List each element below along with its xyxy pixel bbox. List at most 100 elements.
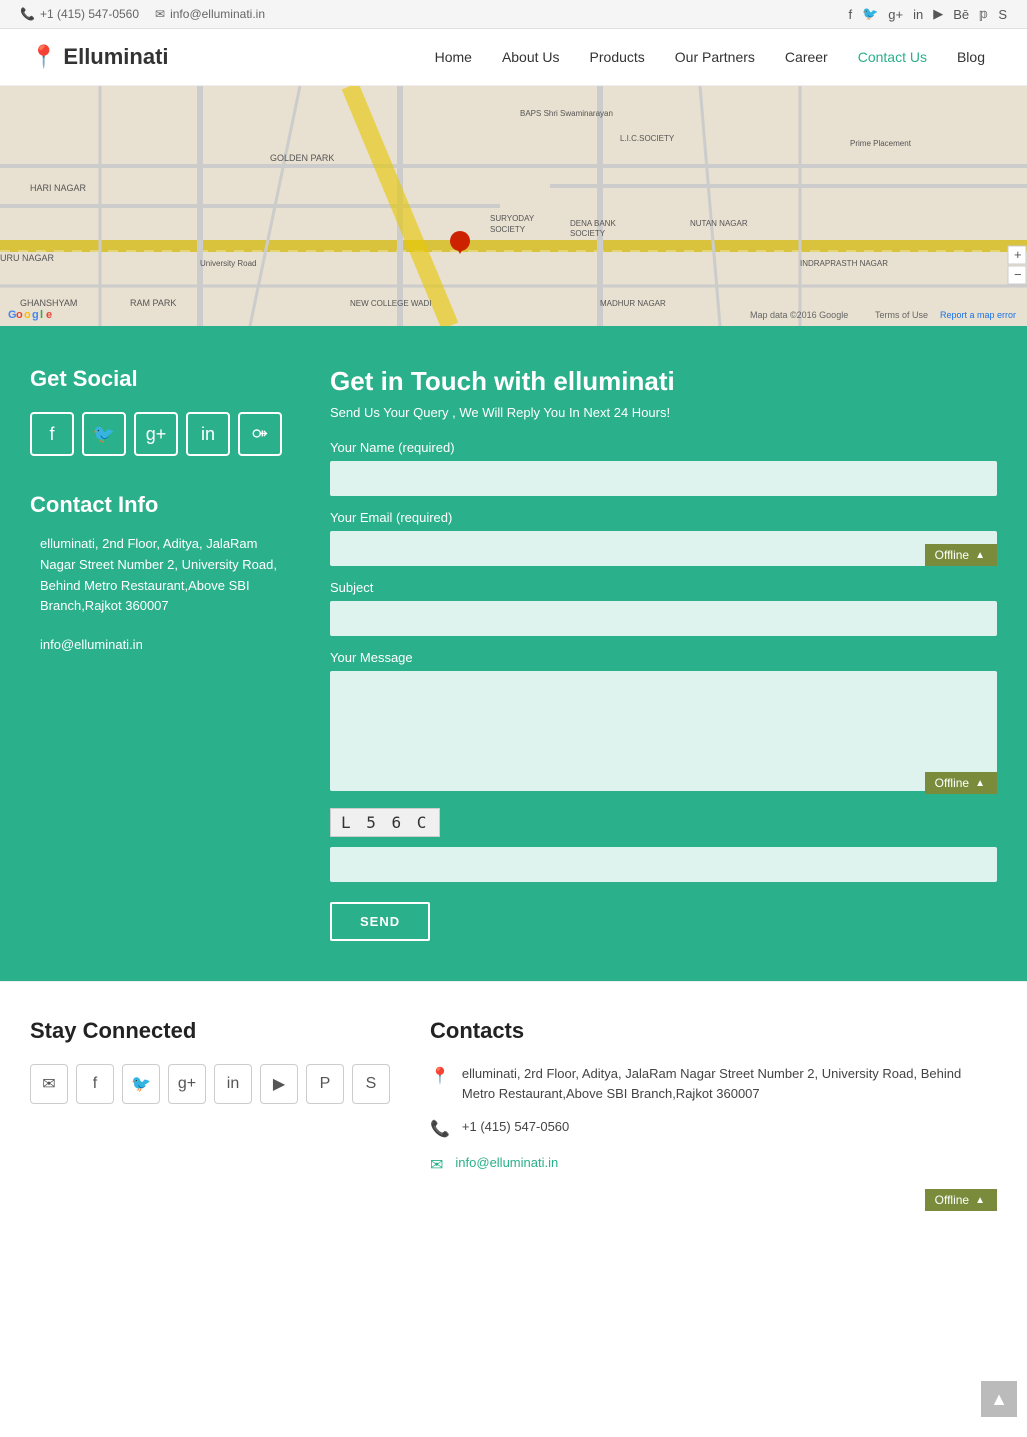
footer-skype-btn[interactable]: S — [352, 1064, 390, 1104]
footer-address-item: 📍 elluminati, 2rd Floor, Aditya, JalaRam… — [430, 1064, 997, 1103]
svg-text:Prime Placement: Prime Placement — [850, 139, 912, 148]
topbar-gplus-link[interactable]: g+ — [888, 7, 903, 22]
nav-about[interactable]: About Us — [490, 43, 572, 71]
svg-text:HARI NAGAR: HARI NAGAR — [30, 183, 87, 193]
footer: Stay Connected ✉ f 🐦 g+ in ▶ P S Contact… — [0, 981, 1027, 1231]
svg-text:INDRAPRASTH NAGAR: INDRAPRASTH NAGAR — [800, 259, 888, 268]
message-textarea[interactable] — [330, 671, 997, 791]
topbar-phone: +1 (415) 547-0560 — [40, 7, 139, 21]
name-input[interactable] — [330, 461, 997, 496]
nav-products[interactable]: Products — [578, 43, 657, 71]
svg-text:SURYODAY: SURYODAY — [490, 214, 535, 223]
subject-label: Subject — [330, 580, 997, 595]
social-pinterest-btn[interactable]: ⚩ — [238, 412, 282, 456]
message-label: Your Message — [330, 650, 997, 665]
footer-email-item: ✉ info@elluminati.in — [430, 1153, 997, 1175]
contact-address: elluminati, 2nd Floor, Aditya, JalaRam N… — [30, 534, 290, 617]
footer-left: Stay Connected ✉ f 🐦 g+ in ▶ P S — [30, 1018, 390, 1211]
contact-email-left: info@elluminati.in — [30, 637, 290, 652]
captcha-image: L 5 6 C — [330, 808, 440, 837]
location-icon-footer: 📍 — [430, 1066, 450, 1086]
subject-input[interactable] — [330, 601, 997, 636]
social-gplus-btn[interactable]: g+ — [134, 412, 178, 456]
svg-text:GOLDEN PARK: GOLDEN PARK — [270, 153, 334, 163]
email-input[interactable] — [330, 531, 997, 566]
offline-arrow-icon: ▲ — [975, 550, 985, 561]
nav-blog[interactable]: Blog — [945, 43, 997, 71]
topbar-twitter-link[interactable]: 🐦 — [862, 6, 878, 22]
svg-text:MADHUR NAGAR: MADHUR NAGAR — [600, 299, 666, 308]
footer-facebook-btn[interactable]: f — [76, 1064, 114, 1104]
nav-partners[interactable]: Our Partners — [663, 43, 767, 71]
main-nav: Home About Us Products Our Partners Care… — [423, 43, 997, 71]
left-column: Get Social f 🐦 g+ in ⚩ Contact Info ellu… — [30, 366, 290, 941]
email-info: ✉ info@elluminati.in — [155, 7, 265, 21]
svg-text:RAM PARK: RAM PARK — [130, 298, 176, 308]
social-facebook-btn[interactable]: f — [30, 412, 74, 456]
nav-career[interactable]: Career — [773, 43, 840, 71]
footer-pinterest-btn[interactable]: P — [306, 1064, 344, 1104]
svg-text:Terms of Use: Terms of Use — [875, 310, 928, 320]
form-subtitle: Send Us Your Query , We Will Reply You I… — [330, 405, 997, 420]
nav-contact[interactable]: Contact Us — [846, 43, 939, 71]
logo: 📍 Elluminati — [30, 44, 169, 70]
offline-label-email: Offline — [935, 548, 969, 562]
offline-label-footer: Offline — [935, 1193, 969, 1207]
footer-youtube-btn[interactable]: ▶ — [260, 1064, 298, 1104]
footer-gplus-btn[interactable]: g+ — [168, 1064, 206, 1104]
footer-social-icons: ✉ f 🐦 g+ in ▶ P S — [30, 1064, 390, 1104]
social-twitter-btn[interactable]: 🐦 — [82, 412, 126, 456]
topbar: 📞 +1 (415) 547-0560 ✉ info@elluminati.in… — [0, 0, 1027, 29]
svg-text:o: o — [16, 309, 23, 321]
footer-email-link[interactable]: info@elluminati.in — [455, 1155, 558, 1170]
topbar-linkedin-link[interactable]: in — [913, 7, 923, 22]
svg-text:o: o — [24, 309, 31, 321]
svg-text:e: e — [46, 309, 52, 321]
topbar-social-links: f 🐦 g+ in ▶ Bē 𝕡 S — [848, 6, 1007, 22]
svg-text:−: − — [1014, 267, 1022, 282]
email-icon-topbar: ✉ — [155, 7, 165, 21]
offline-badge-email: Offline ▲ — [925, 544, 997, 566]
offline-badge-message: Offline ▲ — [925, 772, 997, 794]
email-icon-footer: ✉ — [430, 1155, 443, 1175]
svg-text:DENA BANK: DENA BANK — [570, 219, 616, 228]
form-title: Get in Touch with elluminati — [330, 366, 997, 397]
nav-home[interactable]: Home — [423, 43, 484, 71]
footer-twitter-btn[interactable]: 🐦 — [122, 1064, 160, 1104]
main-section: Get Social f 🐦 g+ in ⚩ Contact Info ellu… — [0, 326, 1027, 981]
topbar-behance-link[interactable]: Bē — [953, 7, 969, 22]
topbar-left: 📞 +1 (415) 547-0560 ✉ info@elluminati.in — [20, 7, 265, 21]
send-button[interactable]: SEND — [330, 902, 430, 941]
svg-text:NUTAN NAGAR: NUTAN NAGAR — [690, 219, 748, 228]
contact-form-section: Get in Touch with elluminati Send Us You… — [330, 366, 997, 941]
svg-text:University Road: University Road — [200, 259, 256, 268]
svg-text:g: g — [32, 309, 39, 321]
footer-phone-text: +1 (415) 547-0560 — [462, 1117, 569, 1137]
svg-text:SOCIETY: SOCIETY — [490, 225, 526, 234]
map-section: HARI NAGAR GOLDEN PARK SURYODAY SOCIETY … — [0, 86, 1027, 326]
social-linkedin-btn[interactable]: in — [186, 412, 230, 456]
topbar-email: info@elluminati.in — [170, 7, 265, 21]
svg-text:BAPS Shri Swaminarayan: BAPS Shri Swaminarayan — [520, 109, 613, 118]
footer-right: Contacts 📍 elluminati, 2rd Floor, Aditya… — [430, 1018, 997, 1211]
svg-text:NEW COLLEGE WADI: NEW COLLEGE WADI — [350, 299, 432, 308]
offline-label-message: Offline — [935, 776, 969, 790]
stay-connected-title: Stay Connected — [30, 1018, 390, 1044]
name-label: Your Name (required) — [330, 440, 997, 455]
topbar-pinterest-link[interactable]: 𝕡 — [979, 6, 988, 22]
scroll-to-top-button[interactable]: ▲ — [981, 1381, 1017, 1417]
topbar-skype-link[interactable]: S — [998, 7, 1007, 22]
header: 📍 Elluminati Home About Us Products Our … — [0, 29, 1027, 86]
svg-text:GHANSHYAM: GHANSHYAM — [20, 298, 77, 308]
contact-info-title: Contact Info — [30, 492, 290, 518]
contacts-title: Contacts — [430, 1018, 997, 1044]
footer-email-btn[interactable]: ✉ — [30, 1064, 68, 1104]
topbar-facebook-link[interactable]: f — [848, 7, 852, 22]
topbar-youtube-link[interactable]: ▶ — [933, 6, 943, 22]
captcha-input[interactable] — [330, 847, 997, 882]
phone-icon-footer: 📞 — [430, 1119, 450, 1139]
svg-text:SOCIETY: SOCIETY — [570, 229, 606, 238]
footer-address-text: elluminati, 2rd Floor, Aditya, JalaRam N… — [462, 1064, 997, 1103]
footer-linkedin-btn[interactable]: in — [214, 1064, 252, 1104]
phone-info: 📞 +1 (415) 547-0560 — [20, 7, 139, 21]
